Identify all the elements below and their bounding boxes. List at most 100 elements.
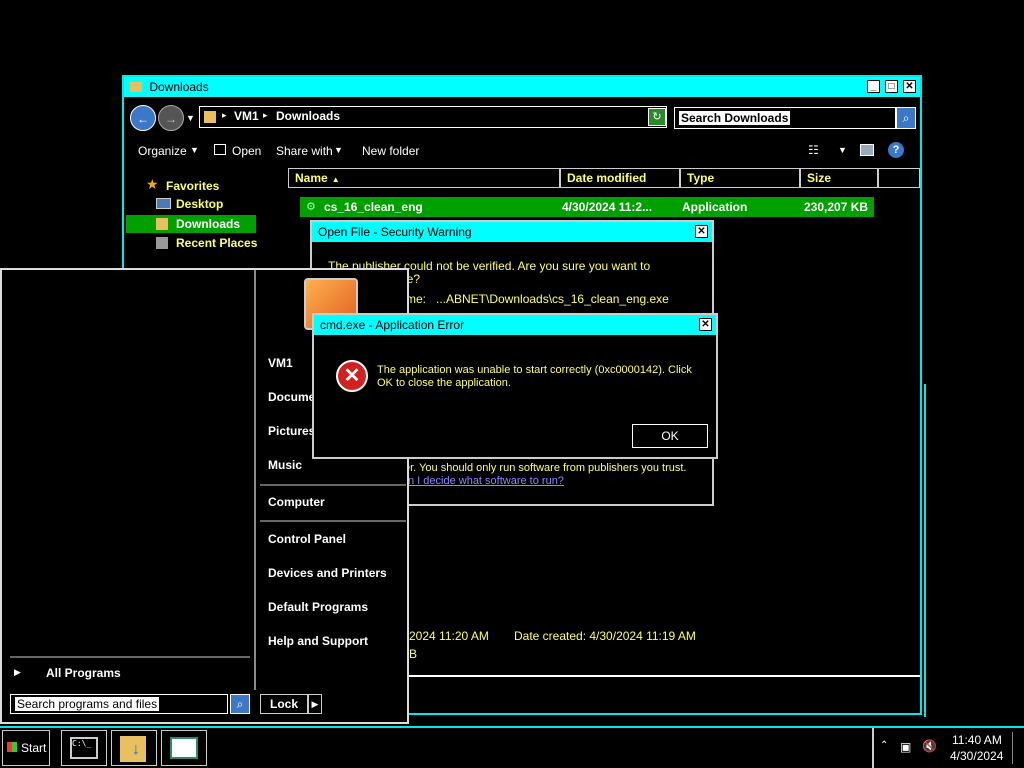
start-item-default-programs[interactable]: Default Programs [268,600,368,614]
organize-dropdown-icon[interactable]: ▼ [190,145,199,155]
file-row[interactable]: ⚙ cs_16_clean_eng 4/30/2024 11:2... Appl… [300,197,874,217]
start-separator [260,520,406,522]
breadcrumb-sep-icon: ▸ [263,110,268,120]
file-date: 4/30/2024 11:2... [562,200,653,214]
windows-logo-icon [7,742,17,752]
volume-muted-icon[interactable]: 🔇 [922,739,937,753]
start-button[interactable]: Start [2,730,50,766]
folder-icon [204,111,216,123]
tray-area: ⌃ ▣ 🔇 11:40 AM 4/30/2024 [872,728,1022,768]
organize-menu[interactable]: Organize [138,144,187,158]
view-options-icon[interactable]: ☷ [808,143,819,157]
show-hidden-icons[interactable]: ⌃ [880,740,888,751]
shutdown-options-button[interactable]: ▶ [308,694,322,714]
file-type: Application [682,200,748,214]
cmd-taskbar-button[interactable]: C:\_ [61,730,107,766]
sort-up-icon: ▲ [331,175,340,184]
explorer-taskbar-button[interactable]: ↓ [111,730,157,766]
start-separator [260,484,406,486]
explorer-titlebar[interactable]: Downloads _ □ ✕ [124,77,920,97]
warning-footer: er. You should only run software from pu… [404,462,687,474]
all-programs[interactable]: All Programs [46,666,121,680]
column-size[interactable]: Size [800,168,878,188]
search-input[interactable]: Search Downloads [674,107,896,129]
open-button[interactable]: Open [232,144,261,158]
column-header-row: Name ▲ Date modified Type Size [288,168,920,188]
all-programs-separator [10,656,250,658]
security-warning-titlebar[interactable]: Open File - Security Warning ✕ [312,222,712,242]
recent-pages-dropdown[interactable]: ▼ [186,113,195,123]
file-name: cs_16_clean_eng [324,200,423,214]
details-created: Date created: 4/30/2024 11:19 AM [514,629,696,643]
window-title: Downloads [149,80,209,94]
cmd-icon: C:\_ [70,737,98,759]
refresh-button[interactable]: ↻ [648,108,666,126]
column-name-label: Name [295,171,328,185]
nav-desktop[interactable]: Desktop [126,195,286,213]
help-icon[interactable]: ? [888,142,904,158]
back-button[interactable]: ← [130,105,156,131]
forward-button[interactable]: → [158,105,184,131]
column-extra[interactable] [878,168,920,188]
close-button[interactable]: ✕ [903,80,916,93]
preview-pane-icon[interactable] [860,144,874,156]
breadcrumb-downloads[interactable]: Downloads [276,109,340,123]
open-icon [214,144,226,155]
details-size: B [409,647,418,661]
application-icon: ⚙ [306,201,316,213]
nav-downloads[interactable]: Downloads [126,215,286,233]
start-item-devices[interactable]: Devices and Printers [268,566,387,580]
app-taskbar-button[interactable] [161,730,207,766]
view-dropdown-icon[interactable]: ▼ [838,145,847,155]
new-folder-button[interactable]: New folder [362,144,419,158]
column-date-modified[interactable]: Date modified [560,168,680,188]
show-desktop-button[interactable] [1012,732,1023,764]
start-item-computer[interactable]: Computer [268,495,325,509]
warning-help-link[interactable]: n I decide what software to run? [408,475,564,487]
name-label: me: [406,292,427,306]
start-search-input[interactable]: Search programs and files [10,694,228,714]
clock-time[interactable]: 11:40 AM [952,733,1002,747]
address-bar[interactable]: ▸ VM1 ▸ Downloads ▽ [199,106,667,128]
error-titlebar[interactable]: cmd.exe - Application Error ✕ [314,315,716,335]
start-search-icon[interactable]: ⌕ [230,694,250,714]
download-arrow-icon: ↓ [132,741,140,758]
share-with-menu[interactable]: Share with [276,144,333,158]
start-item-documents[interactable]: Docume [268,390,315,404]
nav-recent-places[interactable]: Recent Places [126,234,286,252]
taskbar: Start C:\_ ↓ ⌃ ▣ 🔇 11:40 AM 4/30/2024 [0,726,1024,768]
name-value: ...ABNET\Downloads\cs_16_clean_eng.exe [436,292,669,306]
column-type[interactable]: Type [680,168,800,188]
error-dialog: cmd.exe - Application Error ✕ ✕ The appl… [312,313,718,459]
close-button[interactable]: ✕ [695,225,708,238]
error-title: cmd.exe - Application Error [320,318,465,332]
start-item-help[interactable]: Help and Support [268,634,368,648]
close-button[interactable]: ✕ [699,318,712,331]
file-size: 230,207 KB [804,200,869,214]
nav-favorites[interactable]: Favorites [126,177,286,195]
start-item-music[interactable]: Music [268,458,302,472]
ok-button[interactable]: OK [632,424,708,448]
start-menu-divider [254,270,256,690]
network-icon[interactable]: ▣ [900,740,911,754]
search-icon[interactable]: ⌕ [896,107,916,129]
breadcrumb-sep-icon: ▸ [222,110,227,120]
error-message: The application was unable to start corr… [377,364,692,389]
start-item-pictures[interactable]: Pictures [268,424,315,438]
maximize-button[interactable]: □ [885,80,898,93]
clock-date[interactable]: 4/30/2024 [950,749,1003,763]
search-placeholder: Search Downloads [679,111,791,125]
share-dropdown-icon[interactable]: ▼ [334,145,343,155]
ok-label: OK [661,429,679,443]
start-item-control-panel[interactable]: Control Panel [268,532,346,546]
start-item-user[interactable]: VM1 [268,356,293,370]
minimize-button[interactable]: _ [867,80,880,93]
lock-button[interactable]: Lock [260,694,308,714]
security-warning-title: Open File - Security Warning [318,225,472,239]
lock-label: Lock [269,697,298,711]
column-name[interactable]: Name ▲ [288,168,560,188]
breadcrumb-vm1[interactable]: VM1 [234,109,259,123]
error-icon: ✕ [336,360,368,392]
details-modified: 2024 11:20 AM [409,629,489,643]
folder-icon [130,82,142,92]
